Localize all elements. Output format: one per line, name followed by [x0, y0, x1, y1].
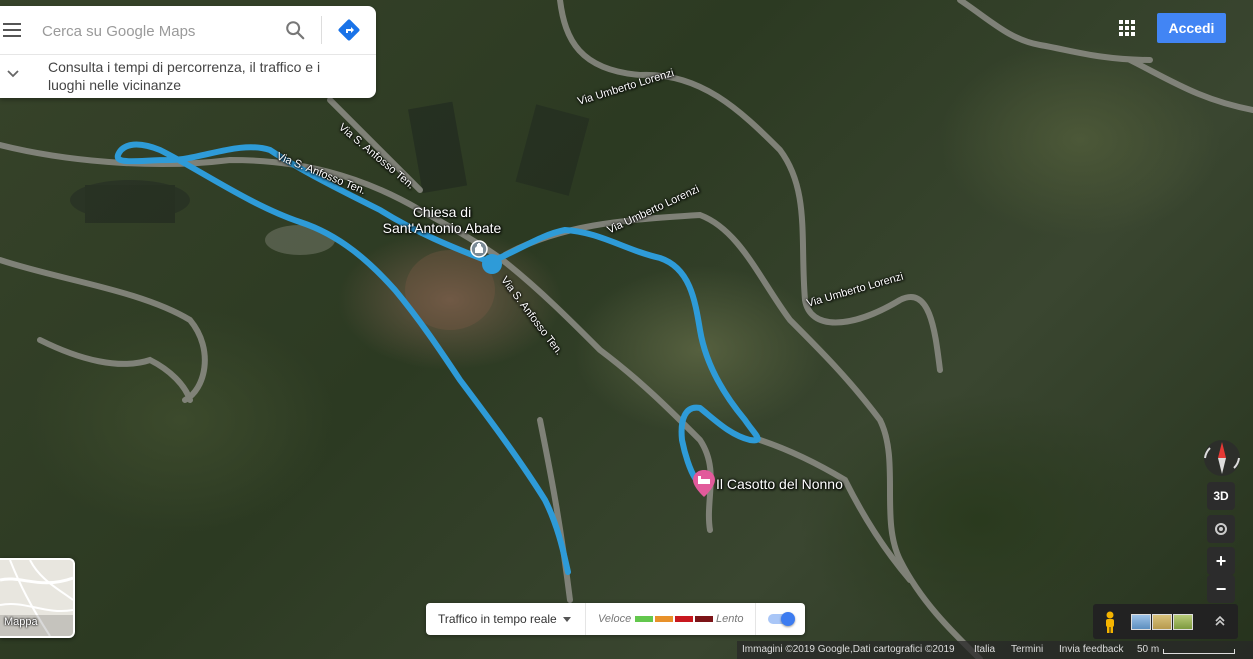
- chevron-up-icon[interactable]: [1213, 614, 1227, 628]
- map-footer: Immagini ©2019 Google,Dati cartografici …: [737, 641, 1253, 659]
- menu-icon[interactable]: [3, 23, 21, 37]
- traffic-bar: Traffico in tempo reale Veloce Lento: [426, 603, 805, 635]
- my-location-button[interactable]: [1207, 515, 1235, 543]
- traffic-dropdown[interactable]: Traffico in tempo reale: [438, 612, 557, 626]
- place-label-line: Sant'Antonio Abate: [382, 220, 502, 236]
- compass-icon[interactable]: [1200, 436, 1244, 480]
- imagery-panel: [1093, 604, 1238, 639]
- traffic-slow-label: Lento: [716, 613, 744, 625]
- nearby-info-row[interactable]: Consulta i tempi di percorrenza, il traf…: [0, 55, 376, 98]
- apps-grid-icon[interactable]: [1119, 20, 1135, 36]
- nearby-info-text: Consulta i tempi di percorrenza, il traf…: [48, 59, 321, 93]
- place-label-line: Chiesa di: [412, 204, 472, 220]
- toggle-knob: [781, 612, 795, 626]
- map-layer-switcher[interactable]: Mappa: [0, 558, 75, 638]
- imagery-thumbnail[interactable]: [1152, 614, 1172, 630]
- satellite-map[interactable]: Via S. Anfosso Ten. Via S. Anfosso Ten. …: [0, 0, 1253, 659]
- traffic-legend-fast: [635, 616, 653, 622]
- search-row: [0, 6, 376, 55]
- search-input[interactable]: [40, 14, 274, 48]
- divider: [321, 16, 322, 44]
- signin-button[interactable]: Accedi: [1157, 13, 1226, 43]
- place-label-lodging[interactable]: Il Casotto del Nonno: [716, 476, 843, 492]
- church-marker-icon[interactable]: [469, 239, 489, 259]
- chevron-down-icon[interactable]: [6, 67, 20, 81]
- traffic-legend-very-slow: [695, 616, 713, 622]
- terms-link[interactable]: Termini: [1011, 644, 1043, 655]
- scale-bar: [1163, 649, 1235, 654]
- imagery-credit: Immagini ©2019 Google,Dati cartografici …: [742, 644, 955, 655]
- map-roads-layer: [0, 0, 1253, 659]
- lodging-marker-icon[interactable]: [693, 470, 715, 498]
- traffic-toggle[interactable]: [768, 612, 795, 626]
- zoom-in-button[interactable]: +: [1207, 547, 1235, 575]
- layer-label: Mappa: [4, 616, 38, 628]
- scale-label[interactable]: 50 m: [1137, 644, 1159, 655]
- search-panel: Consulta i tempi di percorrenza, il traf…: [0, 6, 376, 98]
- feedback-link[interactable]: Invia feedback: [1059, 644, 1124, 655]
- traffic-legend-medium: [655, 616, 673, 622]
- caret-down-icon[interactable]: [563, 617, 571, 622]
- imagery-thumbnail[interactable]: [1131, 614, 1151, 630]
- divider: [755, 603, 756, 635]
- location-target-icon: [1215, 523, 1227, 535]
- country-link[interactable]: Italia: [974, 644, 995, 655]
- imagery-thumbnail[interactable]: [1173, 614, 1193, 630]
- traffic-legend-slow: [675, 616, 693, 622]
- pegman-icon[interactable]: [1103, 611, 1117, 633]
- directions-icon[interactable]: [337, 18, 361, 42]
- zoom-out-button[interactable]: −: [1207, 575, 1235, 603]
- traffic-fast-label: Veloce: [598, 613, 632, 625]
- search-icon[interactable]: [284, 19, 306, 41]
- place-label-church[interactable]: Chiesa di Sant'Antonio Abate: [372, 204, 512, 236]
- divider: [585, 603, 586, 635]
- view-3d-button[interactable]: 3D: [1207, 482, 1235, 510]
